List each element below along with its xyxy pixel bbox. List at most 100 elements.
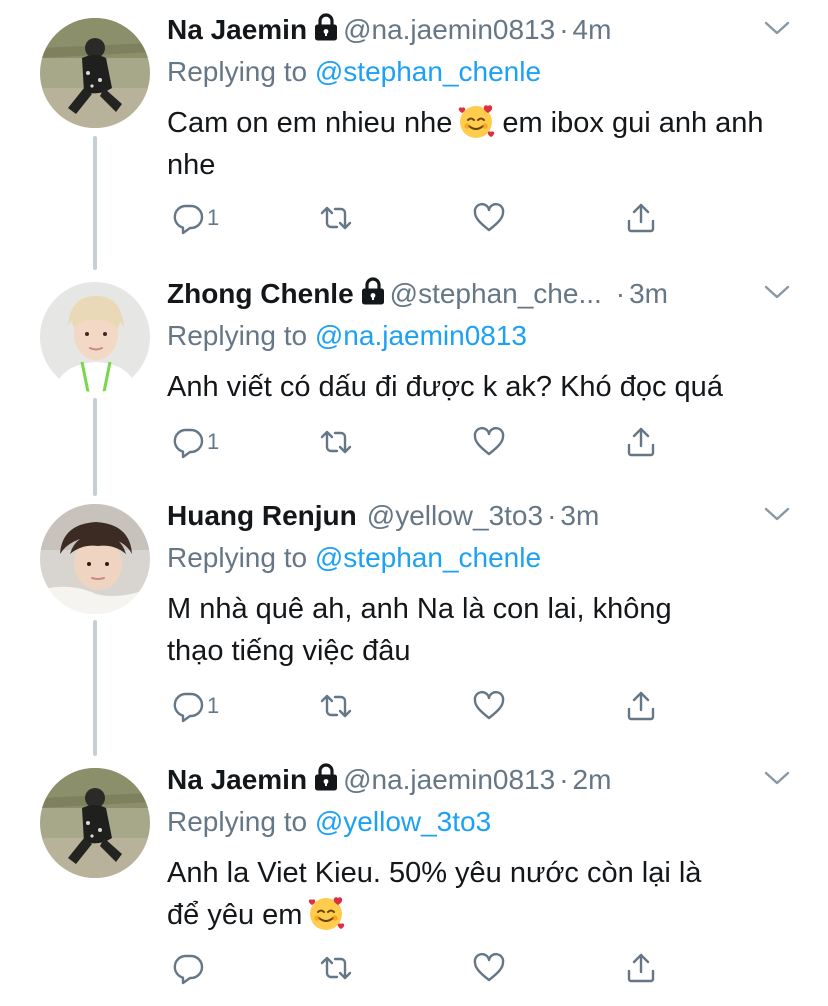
tweet-text: Anh la Viet Kieu. 50% yêu nước còn lại l… (167, 852, 807, 936)
tweet[interactable]: Huang Renjun @yellow_3to3 · 3m Replying to … (0, 486, 828, 746)
avatar-image (40, 768, 150, 878)
tweet-text-part: Cam on em nhieu nhe (167, 107, 453, 139)
replying-to-link[interactable]: @stephan_chenle (315, 542, 541, 573)
share-button[interactable] (624, 198, 658, 238)
reply-count: 1 (207, 205, 220, 230)
reply-count: 1 (207, 429, 220, 454)
like-button[interactable] (472, 422, 506, 462)
tweet-text: Anh viết có dấu đi được k ak? Khó đọc qu… (167, 371, 723, 403)
timestamp[interactable]: 2m (573, 764, 612, 795)
user-handle[interactable]: @stephan_che... (390, 278, 602, 309)
lock-icon (313, 12, 339, 42)
like-icon (472, 425, 506, 459)
like-icon (472, 689, 506, 723)
smiling-face-with-hearts-icon (458, 102, 496, 140)
tweet-header: Na Jaemin @na.jaemin0813 · 4m (167, 10, 611, 50)
chevron-down-icon[interactable] (763, 18, 791, 38)
replying-to: Replying to @stephan_chenle (167, 538, 541, 578)
retweet-icon (319, 689, 353, 723)
timestamp[interactable]: 3m (560, 500, 599, 531)
display-name[interactable]: Na Jaemin (167, 764, 307, 795)
reply-icon (171, 951, 205, 985)
retweet-button[interactable] (319, 198, 353, 238)
replying-to: Replying to @na.jaemin0813 (167, 316, 527, 356)
like-button[interactable] (472, 686, 506, 726)
replying-to: Replying to @yellow_3to3 (167, 802, 491, 842)
replying-to-label: Replying to (167, 320, 308, 351)
separator: · (559, 764, 569, 795)
tweet-text-line-2: để yêu em (167, 894, 807, 936)
tweet-actions: 1 (167, 198, 687, 238)
share-icon (624, 689, 658, 723)
tweet-text-part: để yêu em (167, 899, 303, 931)
tweet[interactable]: Na Jaemin @na.jaemin0813 · 2m Replying to @… (0, 750, 828, 1006)
avatar-image (40, 18, 150, 128)
share-icon (624, 425, 658, 459)
reply-count: 1 (207, 693, 220, 718)
lock-icon (360, 276, 386, 306)
reply-icon (171, 201, 205, 235)
tweet-text: Cam on em nhieu nhe em ibox gui anh anh n… (167, 102, 807, 186)
tweet-text-line: M nhà quê ah, anh Na là con lai, không (167, 593, 672, 625)
reply-button[interactable]: 1 (171, 198, 219, 238)
avatar-image (40, 504, 150, 614)
share-button[interactable] (624, 422, 658, 462)
tweet-text-line: thạo tiếng việc đâu (167, 635, 411, 667)
avatar[interactable] (40, 282, 150, 392)
like-icon (472, 951, 506, 985)
avatar-image (40, 282, 150, 392)
chevron-down-icon[interactable] (763, 282, 791, 302)
replying-to-link[interactable]: @yellow_3to3 (315, 806, 491, 837)
retweet-button[interactable] (319, 422, 353, 462)
separator: · (615, 278, 626, 309)
share-icon (624, 201, 658, 235)
user-handle[interactable]: @na.jaemin0813 (343, 14, 555, 45)
like-button[interactable] (472, 948, 506, 988)
reply-button[interactable]: 1 (171, 686, 219, 726)
replying-to-link[interactable]: @na.jaemin0813 (315, 320, 527, 351)
tweet-text: M nhà quê ah, anh Na là con lai, không t… (167, 588, 807, 672)
tweet-actions: 1 (167, 422, 687, 462)
tweet-header: Na Jaemin @na.jaemin0813 · 2m (167, 760, 611, 800)
user-handle[interactable]: @na.jaemin0813 (343, 764, 555, 795)
retweet-icon (319, 951, 353, 985)
retweet-icon (319, 425, 353, 459)
lock-icon (313, 762, 339, 792)
separator: · (559, 14, 569, 45)
replying-to-label: Replying to (167, 542, 308, 573)
replying-to: Replying to @stephan_chenle (167, 52, 541, 92)
avatar[interactable] (40, 504, 150, 614)
replying-to-link[interactable]: @stephan_chenle (315, 56, 541, 87)
display-name[interactable]: Huang Renjun (167, 500, 357, 531)
avatar[interactable] (40, 768, 150, 878)
separator: · (547, 500, 557, 531)
retweet-button[interactable] (319, 686, 353, 726)
tweet-header: Zhong Chenle @stephan_che... · 3m (167, 274, 668, 314)
timestamp[interactable]: 4m (573, 14, 612, 45)
reply-button[interactable] (171, 948, 207, 988)
share-button[interactable] (624, 686, 658, 726)
reply-button[interactable]: 1 (171, 422, 219, 462)
retweet-button[interactable] (319, 948, 353, 988)
tweet[interactable]: Zhong Chenle @stephan_che... · 3m Replying … (0, 264, 828, 486)
reply-icon (171, 425, 205, 459)
tweet-header: Huang Renjun @yellow_3to3 · 3m (167, 496, 599, 536)
tweet[interactable]: Na Jaemin @na.jaemin0813 · 4m Replying to @… (0, 0, 828, 256)
like-button[interactable] (472, 198, 506, 238)
display-name[interactable]: Na Jaemin (167, 14, 307, 45)
avatar[interactable] (40, 18, 150, 128)
replying-to-label: Replying to (167, 56, 308, 87)
smiling-face-with-hearts-icon (308, 894, 346, 932)
share-button[interactable] (624, 948, 658, 988)
timestamp[interactable]: 3m (629, 278, 668, 309)
tweet-actions: 1 (167, 686, 687, 726)
replying-to-label: Replying to (167, 806, 308, 837)
user-handle[interactable]: @yellow_3to3 (367, 500, 543, 531)
like-icon (472, 201, 506, 235)
chevron-down-icon[interactable] (763, 768, 791, 788)
tweet-text-line: Anh la Viet Kieu. 50% yêu nước còn lại l… (167, 857, 702, 889)
reply-icon (171, 689, 205, 723)
chevron-down-icon[interactable] (763, 504, 791, 524)
retweet-icon (319, 201, 353, 235)
display-name[interactable]: Zhong Chenle (167, 278, 354, 309)
